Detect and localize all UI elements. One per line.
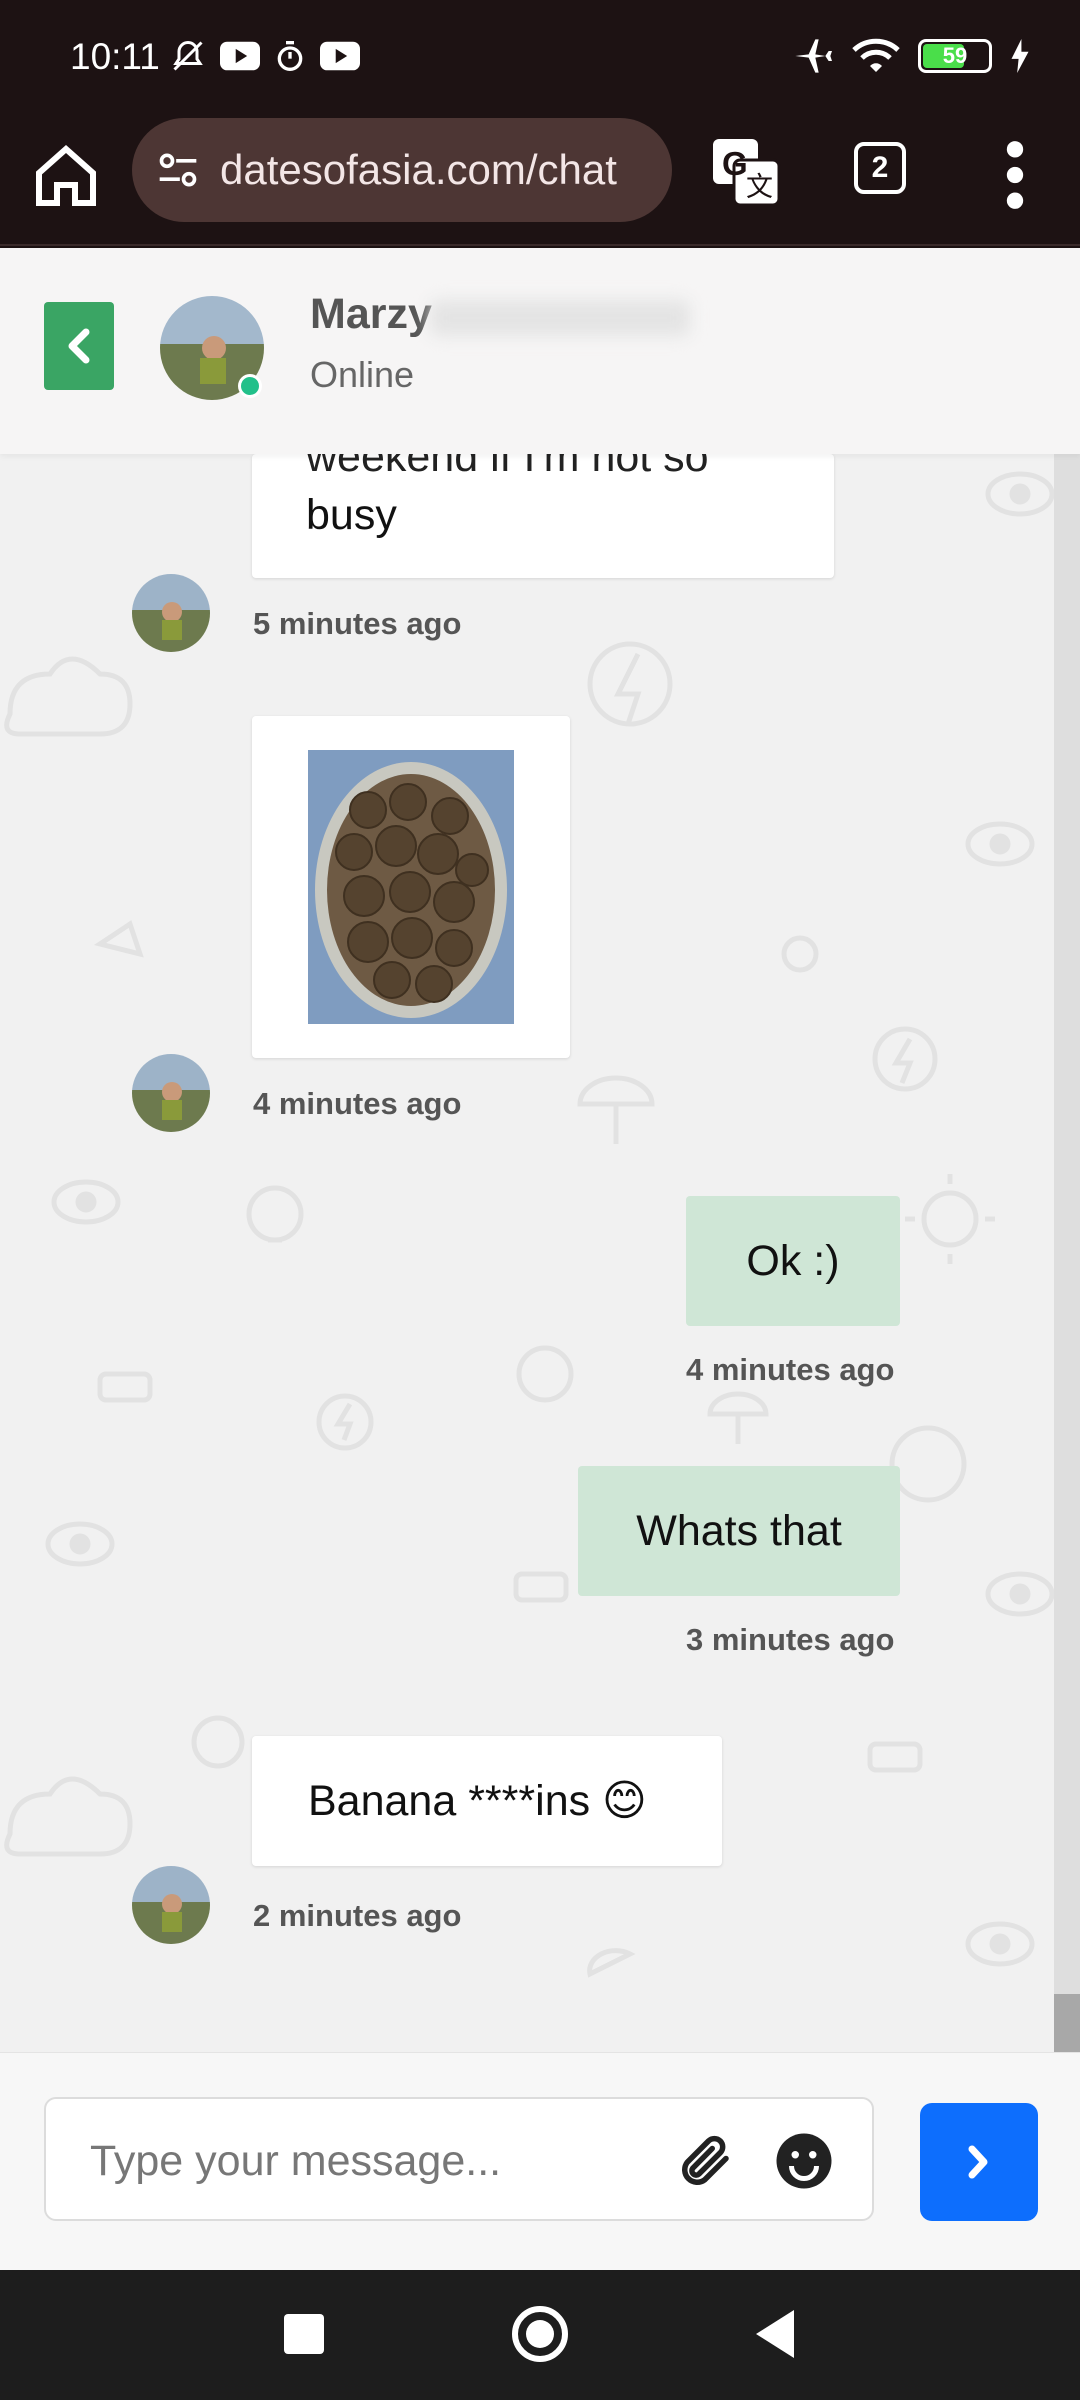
message-bubble-outgoing: Ok :) [686, 1196, 900, 1326]
battery-level: 59 [942, 43, 968, 68]
online-indicator [238, 374, 262, 398]
message-text: busy [306, 491, 397, 539]
message-bubble-incoming: Banana ****ins 😊 [252, 1736, 722, 1866]
charging-icon [1011, 39, 1029, 73]
svg-text:文: 文 [746, 172, 773, 203]
recents-button[interactable] [284, 2314, 324, 2354]
more-menu-icon[interactable] [1000, 140, 1030, 210]
chat-header: Marzy Online [0, 248, 1080, 454]
browser-toolbar: datesofasia.com/chat G文 2 [0, 118, 1080, 246]
chevron-left-icon [68, 328, 90, 364]
site-settings-icon[interactable] [156, 148, 200, 192]
home-icon[interactable] [30, 140, 102, 212]
paperclip-icon[interactable] [676, 2131, 736, 2191]
message-timestamp: 5 minutes ago [253, 606, 462, 641]
avatar[interactable] [132, 1054, 210, 1132]
url-text[interactable]: datesofasia.com/chat [220, 146, 660, 194]
redacted-text [430, 300, 690, 336]
home-button[interactable] [512, 2306, 568, 2362]
contact-status: Online [310, 354, 415, 395]
scrollbar-track[interactable] [1054, 454, 1080, 2052]
message-text: Whats that [636, 1507, 842, 1555]
address-bar[interactable]: datesofasia.com/chat [132, 118, 672, 222]
message-placeholder: Type your message... [90, 2137, 502, 2185]
message-input[interactable]: Type your message... [44, 2097, 874, 2221]
status-time: 10:11 [70, 36, 160, 77]
status-notification-icons [170, 38, 360, 74]
chat-messages-area[interactable]: weekend if I'm not so busy 5 minutes ago [0, 454, 1080, 2052]
message-text-partial: weekend if I'm not so [306, 454, 709, 481]
shared-photo[interactable] [308, 750, 514, 1024]
avatar[interactable] [132, 574, 210, 652]
airplane-icon [795, 39, 832, 73]
message-timestamp: 3 minutes ago [686, 1622, 895, 1657]
youtube-icon [220, 41, 260, 71]
stopwatch-icon [277, 41, 303, 71]
system-navigation-bar [0, 2270, 1080, 2400]
back-button[interactable] [44, 302, 114, 390]
battery-icon: 59 [918, 39, 992, 73]
contact-name: Marzy [310, 290, 432, 338]
back-nav-button[interactable] [756, 2310, 794, 2358]
message-composer: Type your message... [0, 2052, 1080, 2270]
avatar[interactable] [132, 1866, 210, 1944]
scrollbar-thumb[interactable] [1054, 1994, 1080, 2052]
message-timestamp: 4 minutes ago [686, 1352, 895, 1387]
chevron-right-icon [968, 2145, 988, 2179]
youtube-icon [320, 41, 360, 71]
send-button[interactable] [920, 2103, 1038, 2221]
translate-icon[interactable]: G文 [710, 136, 782, 208]
status-system-icons: 59 [790, 36, 1030, 76]
bell-muted-icon [173, 40, 203, 71]
svg-text:G: G [722, 145, 748, 182]
tab-switcher-button[interactable]: 2 [854, 142, 906, 194]
wifi-icon [852, 38, 900, 72]
message-text: Ok :) [746, 1237, 840, 1285]
message-bubble-incoming: weekend if I'm not so busy [252, 454, 834, 578]
message-bubble-outgoing: Whats that [578, 1466, 900, 1596]
message-timestamp: 2 minutes ago [253, 1898, 462, 1933]
message-timestamp: 4 minutes ago [253, 1086, 462, 1121]
status-bar: 10:11 59 [0, 0, 1080, 118]
emoji-icon[interactable] [774, 2131, 834, 2191]
message-text: Banana ****ins 😊 [308, 1777, 647, 1825]
message-bubble-image[interactable] [252, 716, 570, 1058]
